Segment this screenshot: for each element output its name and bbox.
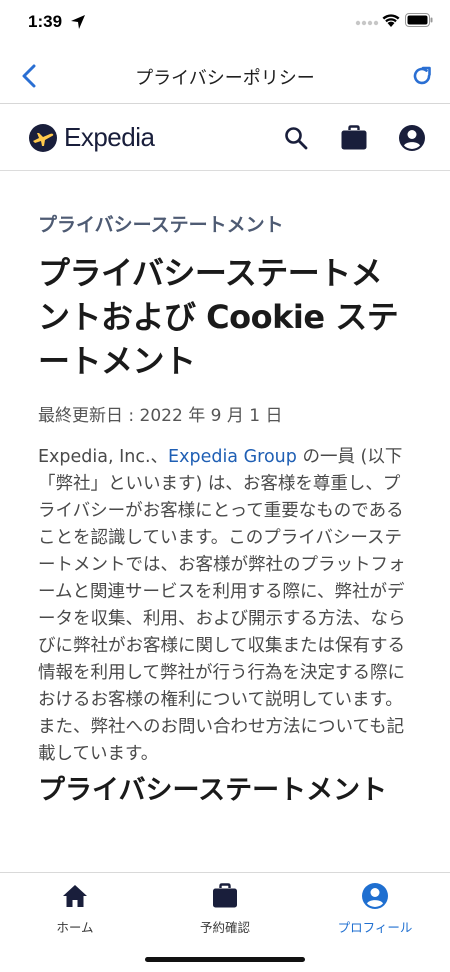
policy-content[interactable]: プライバシーステートメント プライバシーステートメントおよび Cookie ステ… xyxy=(0,172,450,872)
account-icon xyxy=(362,883,388,909)
tab-profile-label: プロフィール xyxy=(337,920,413,935)
home-icon xyxy=(63,885,87,907)
logo-text: Expedia xyxy=(64,122,155,152)
section-eyebrow: プライバシーステートメント xyxy=(38,214,284,236)
wifi-icon xyxy=(382,14,400,27)
policy-title: プライバシーステートメントおよび Cookie ステートメント xyxy=(38,254,399,380)
search-icon[interactable] xyxy=(283,125,309,151)
battery-icon xyxy=(405,13,433,27)
tab-home-label: ホーム xyxy=(56,920,94,935)
briefcase-icon[interactable] xyxy=(340,125,368,151)
tab-bookings-label: 予約確認 xyxy=(199,920,250,935)
tab-profile[interactable]: プロフィール xyxy=(300,881,450,936)
section-heading: プライバシーステートメント xyxy=(38,775,388,806)
intro-text-rest: の一員 (以下「弊社」といいます) は、お客様を尊重し、プライバシーがお客様にと… xyxy=(38,447,406,764)
account-icon[interactable] xyxy=(398,124,426,152)
intro-paragraph: Expedia, Inc.、Expedia Group の一員 (以下「弊社」と… xyxy=(38,444,412,768)
status-time: 1:39 xyxy=(28,12,63,31)
navigation-bar: プライバシーポリシー xyxy=(0,48,450,104)
last-updated-date: 最終更新日 : 2022 年 9 月 1 日 xyxy=(38,406,283,426)
site-header: Expedia xyxy=(0,105,450,171)
status-bar: 1:39 xyxy=(0,0,450,48)
home-indicator[interactable] xyxy=(145,957,305,962)
tab-bookings[interactable]: 予約確認 xyxy=(150,881,300,936)
page-title: プライバシーポリシー xyxy=(135,68,315,89)
refresh-icon xyxy=(413,66,431,85)
briefcase-icon xyxy=(213,883,237,908)
tab-home[interactable]: ホーム xyxy=(0,881,150,936)
refresh-button[interactable] xyxy=(406,60,438,92)
bottom-tab-bar: ホーム 予約確認 プロフィール xyxy=(0,872,450,972)
intro-text-start: Expedia, Inc.、 xyxy=(38,447,169,467)
expedia-logo[interactable]: Expedia xyxy=(28,122,155,153)
location-arrow-icon xyxy=(71,15,85,29)
signal-icon xyxy=(355,20,379,26)
expedia-logo-icon xyxy=(29,123,57,152)
expedia-group-link[interactable]: Expedia Group xyxy=(168,447,297,467)
